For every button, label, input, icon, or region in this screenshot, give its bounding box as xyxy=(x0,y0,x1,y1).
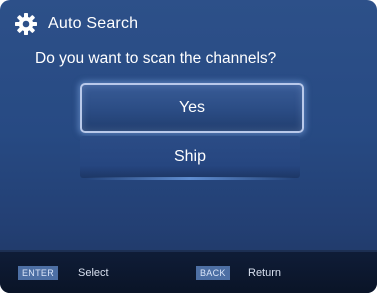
enter-key-label: Select xyxy=(78,267,109,279)
auto-search-dialog: Auto Search Do you want to scan the chan… xyxy=(0,0,377,293)
enter-key-badge: ENTER xyxy=(18,266,59,280)
yes-button[interactable]: Yes xyxy=(80,83,304,133)
skip-button[interactable]: Ship xyxy=(80,136,300,180)
dialog-header: Auto Search xyxy=(14,12,138,36)
back-key-badge: BACK xyxy=(196,266,230,280)
gear-icon xyxy=(15,13,37,35)
footer-bar: ENTER Select BACK Return xyxy=(0,250,377,293)
back-key-label: Return xyxy=(248,267,282,279)
scan-question: Do you want to scan the channels? xyxy=(35,50,277,67)
dialog-title: Auto Search xyxy=(48,15,139,32)
